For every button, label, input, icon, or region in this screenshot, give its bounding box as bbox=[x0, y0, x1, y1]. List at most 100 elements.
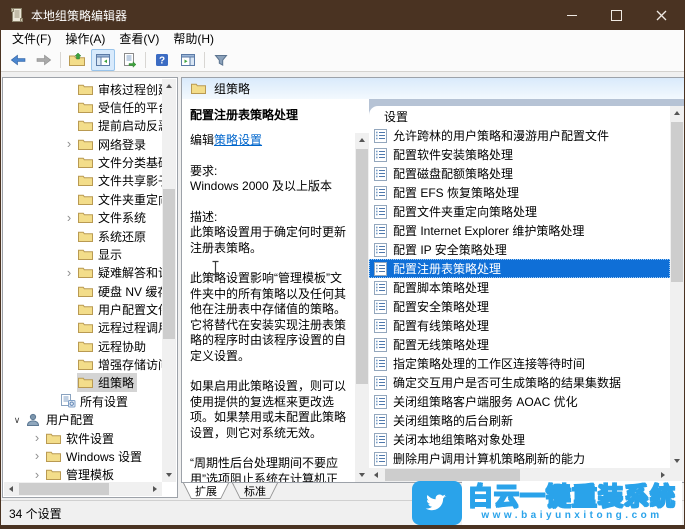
settings-list-item[interactable]: 配置安全策略处理 bbox=[369, 297, 670, 316]
console-tree-panel: 审核过程创建 受信任的平台模块服务 提前启动反恶意软件 › 网络登录 文件分类基… bbox=[2, 77, 178, 498]
scroll-right-arrow[interactable] bbox=[148, 482, 162, 496]
policy-doc-icon bbox=[374, 337, 387, 352]
scrollbar-thumb[interactable] bbox=[671, 122, 683, 282]
tree-item[interactable]: 受信任的平台模块服务 bbox=[3, 98, 163, 116]
settings-list-item[interactable]: 配置文件夹重定向策略处理 bbox=[369, 202, 670, 221]
tree-item[interactable]: 显示 bbox=[3, 245, 163, 263]
minimize-button[interactable] bbox=[549, 0, 594, 30]
description-scrollbar[interactable] bbox=[355, 133, 369, 482]
tree-vertical-scrollbar[interactable] bbox=[162, 79, 176, 482]
expand-arrow-icon[interactable]: › bbox=[61, 137, 77, 150]
settings-item-label: 允许跨林的用户策略和漫游用户配置文件 bbox=[393, 129, 610, 143]
back-button[interactable] bbox=[6, 49, 30, 71]
tree-item[interactable]: 所有设置 bbox=[3, 392, 163, 410]
tree-item[interactable]: › 文件系统 bbox=[3, 209, 163, 227]
settings-list-item[interactable]: 关闭组策略客户端服务 AOAC 优化 bbox=[369, 392, 670, 411]
list-horizontal-scrollbar[interactable] bbox=[369, 468, 670, 482]
tree-item[interactable]: 组策略 bbox=[3, 373, 163, 393]
scroll-left-arrow[interactable] bbox=[4, 482, 18, 496]
scroll-up-arrow[interactable] bbox=[162, 79, 176, 93]
settings-list-item[interactable]: 配置 IP 安全策略处理 bbox=[369, 240, 670, 259]
tree-item-label: 系统还原 bbox=[98, 229, 147, 244]
scroll-left-arrow[interactable] bbox=[369, 468, 383, 482]
show-console-tree-button[interactable] bbox=[91, 48, 115, 71]
forward-button[interactable] bbox=[32, 49, 56, 71]
export-list-icon bbox=[124, 52, 137, 68]
settings-list-item[interactable]: 配置脚本策略处理 bbox=[369, 278, 670, 297]
settings-list-item[interactable]: 确定交互用户是否可生成策略的结果集数据 bbox=[369, 373, 670, 392]
tree-item[interactable]: 远程过程调用 bbox=[3, 319, 163, 337]
maximize-button[interactable] bbox=[594, 0, 639, 30]
tree-horizontal-scrollbar[interactable] bbox=[4, 482, 162, 496]
tree-item[interactable]: 文件分类基础结构 bbox=[3, 153, 163, 171]
tree-item[interactable]: › 管理模板 bbox=[3, 466, 163, 482]
tree-item[interactable]: 系统还原 bbox=[3, 227, 163, 245]
settings-list-item[interactable]: 关闭组策略的后台刷新 bbox=[369, 411, 670, 430]
menu-item[interactable]: 查看(V) bbox=[112, 30, 166, 48]
settings-column-header[interactable]: 设置 bbox=[384, 108, 408, 126]
settings-list-item[interactable]: 配置 EFS 恢复策略处理 bbox=[369, 183, 670, 202]
expand-arrow-icon[interactable]: › bbox=[29, 449, 45, 462]
close-button[interactable] bbox=[639, 0, 684, 30]
tree-item[interactable]: › Windows 设置 bbox=[3, 447, 163, 465]
tree-item[interactable]: › 软件设置 bbox=[3, 429, 163, 447]
settings-list-item[interactable]: 配置软件安装策略处理 bbox=[369, 145, 670, 164]
tree-item[interactable]: 提前启动反恶意软件 bbox=[3, 117, 163, 135]
list-vertical-scrollbar[interactable] bbox=[670, 106, 684, 468]
settings-list-item[interactable]: 删除用户调用计算机策略刷新的能力 bbox=[369, 449, 670, 468]
export-list-button[interactable] bbox=[117, 49, 141, 71]
scrollbar-thumb[interactable] bbox=[385, 469, 520, 481]
policy-setting-link[interactable]: 策略设置 bbox=[214, 133, 262, 147]
scroll-down-arrow[interactable] bbox=[670, 454, 684, 468]
tree-item-label: 提前启动反恶意软件 bbox=[98, 119, 163, 134]
tree-item[interactable]: › 疑难解答和诊断 bbox=[3, 264, 163, 282]
tree-item[interactable]: 远程协助 bbox=[3, 337, 163, 355]
filter-button[interactable] bbox=[209, 49, 233, 71]
menu-item[interactable]: 文件(F) bbox=[5, 30, 58, 48]
tree-item[interactable]: 增强存储访问 bbox=[3, 355, 163, 373]
settings-list-item[interactable]: 指定策略处理的工作区连接等待时间 bbox=[369, 354, 670, 373]
tree-item-label: 受信任的平台模块服务 bbox=[98, 101, 163, 116]
scroll-up-arrow[interactable] bbox=[355, 133, 369, 147]
settings-list-item[interactable]: 配置有线策略处理 bbox=[369, 316, 670, 335]
scrollbar-thumb[interactable] bbox=[356, 149, 368, 384]
tree-item[interactable]: 审核过程创建 bbox=[3, 80, 163, 98]
tree-item[interactable]: 用户配置文件 bbox=[3, 300, 163, 318]
expand-arrow-icon[interactable]: › bbox=[29, 431, 45, 444]
settings-list-item[interactable]: 关闭本地组策略对象处理 bbox=[369, 430, 670, 449]
tree-item[interactable]: 文件共享影子副本提供程序 bbox=[3, 172, 163, 190]
expand-arrow-icon[interactable]: ∨ bbox=[9, 415, 25, 425]
tab-standard[interactable]: 标准 bbox=[232, 483, 278, 499]
settings-list-item[interactable]: 允许跨林的用户策略和漫游用户配置文件 bbox=[369, 126, 670, 145]
expand-arrow-icon[interactable]: › bbox=[61, 266, 77, 279]
tree-item[interactable]: 文件夹重定向 bbox=[3, 190, 163, 208]
expand-arrow-icon[interactable]: › bbox=[61, 211, 77, 224]
settings-item-label: 配置 EFS 恢复策略处理 bbox=[393, 186, 520, 200]
scrollbar-thumb[interactable] bbox=[163, 189, 175, 339]
tree-item[interactable]: ∨ 用户配置 bbox=[3, 410, 163, 428]
help-button[interactable]: ? bbox=[150, 49, 174, 71]
menu-item[interactable]: 帮助(H) bbox=[166, 30, 221, 48]
scroll-up-arrow[interactable] bbox=[670, 106, 684, 120]
settings-list-item[interactable]: 配置 Internet Explorer 维护策略处理 bbox=[369, 221, 670, 240]
tab-extended[interactable]: 扩展 bbox=[183, 483, 229, 499]
gpedit-window: 本地组策略编辑器 文件(F) 操作(A) 查看(V) 帮助(H) ? 审核过程创… bbox=[0, 0, 685, 529]
settings-item-label: 指定策略处理的工作区连接等待时间 bbox=[393, 357, 586, 371]
tree-items: 审核过程创建 受信任的平台模块服务 提前启动反恶意软件 › 网络登录 文件分类基… bbox=[3, 80, 163, 482]
scrollbar-thumb[interactable] bbox=[19, 483, 109, 495]
settings-list-area: 设置 允许跨林的用户策略和漫游用户配置文件 配置软件安装策略处理 配置磁盘配额策… bbox=[369, 99, 684, 482]
scroll-right-arrow[interactable] bbox=[656, 468, 670, 482]
up-one-level-button[interactable] bbox=[65, 49, 89, 71]
show-action-pane-button[interactable] bbox=[176, 49, 200, 71]
scroll-down-arrow[interactable] bbox=[162, 468, 176, 482]
tree-item[interactable]: › 网络登录 bbox=[3, 135, 163, 153]
settings-list-item[interactable]: 配置注册表策略处理 bbox=[369, 259, 670, 278]
forward-icon bbox=[36, 54, 52, 65]
expand-arrow-icon[interactable]: › bbox=[29, 468, 45, 481]
menu-item[interactable]: 操作(A) bbox=[58, 30, 112, 48]
tree-item[interactable]: 硬盘 NV 缓存 bbox=[3, 282, 163, 300]
settings-list-item[interactable]: 配置无线策略处理 bbox=[369, 335, 670, 354]
folder-icon bbox=[191, 82, 206, 95]
scroll-down-arrow[interactable] bbox=[355, 468, 369, 482]
settings-list-item[interactable]: 配置磁盘配额策略处理 bbox=[369, 164, 670, 183]
